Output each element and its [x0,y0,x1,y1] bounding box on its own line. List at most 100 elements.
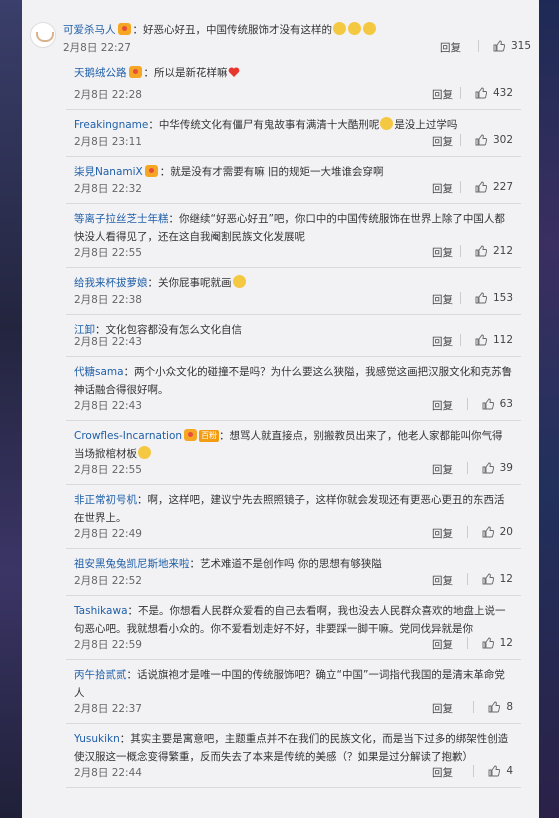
reply-text: ：中华传统文化有僵尸有鬼故事有满清十大酷刑呢 [148,119,380,131]
reply-button[interactable]: 回复 [432,637,453,652]
reply-button[interactable]: 回复 [432,462,453,477]
reply-button[interactable]: 回复 [432,526,453,541]
reply-username[interactable]: 柒見NanamiX [74,166,143,178]
thumbs-up-icon[interactable] [488,765,501,777]
reply-time: 2月8日 22:55 [74,247,142,259]
thumbs-up-icon[interactable] [475,292,487,304]
thumbs-up-icon[interactable] [482,398,494,410]
level-badge-icon [184,429,198,441]
avatar[interactable] [30,22,56,48]
thumbs-up-icon[interactable] [482,462,494,474]
reply-text: ：关你屁事呢就画 [147,277,232,289]
reply-button[interactable]: 回复 [432,398,453,413]
reply-item: 非正常初号机：啊，这样吧，建议宁先去照照镜子，这样你就会发现还有更恶心更丑的东西… [66,485,521,549]
reply-username[interactable]: Yusukikn [74,733,120,745]
like-count: 153 [492,292,513,304]
reply-username[interactable]: 给我来杯拔萝娘 [74,277,148,289]
reply-button[interactable]: 回复 [432,245,453,260]
like-button[interactable]: 12 [466,637,513,649]
comment-time: 2月8日 22:27 [63,42,131,54]
reply-time: 2月8日 22:37 [74,703,142,715]
like-button[interactable]: 4 [473,765,513,777]
like-count: 63 [499,398,513,410]
like-button[interactable]: 112 [459,334,513,346]
thumbs-up-icon[interactable] [475,334,487,346]
thumbs-up-icon[interactable] [475,245,487,257]
reply-button[interactable]: 回复 [432,765,453,780]
like-button[interactable]: 212 [459,245,513,257]
reply-button[interactable]: 回复 [432,292,453,307]
reply-list: 天鹅绒公路 ：所以是新花样嘛 2月8日 22:28 回复 432 Freakingname… [66,58,521,788]
divider [466,462,468,474]
emoji-icon [232,275,246,288]
reply-item: 柒見NanamiX ：就是没有才需要有嘛 旧的规矩一大堆谁会穿啊 2月8日 22:3… [66,157,521,204]
reply-username[interactable]: Freakingname [74,119,148,131]
comment-username[interactable]: 可爱杀马人 [63,24,116,36]
divider [473,701,475,713]
thumbs-up-icon[interactable] [482,526,494,538]
divider [477,40,479,52]
reply-username[interactable]: Tashikawa [74,605,128,617]
thumbs-up-icon[interactable] [475,87,487,99]
thumbs-up-icon[interactable] [482,637,494,649]
left-decor-stripe [0,0,22,818]
reply-button[interactable]: 回复 [432,701,453,716]
reply-username[interactable]: 代糖sama [74,366,124,378]
reply-text: ：不是。你想看人民群众爱看的自己去看啊，我也没去人民群众喜欢的地盘上说一句恶心吧… [74,605,506,635]
like-button[interactable]: 302 [459,134,513,146]
reply-item: Freakingname：中华传统文化有僵尸有鬼故事有满清十大酷刑呢 是没上过学吗… [66,110,521,157]
thumbs-up-icon[interactable] [488,701,501,713]
reply-text: ：艺术难道不是创作吗 你的思想有够狭隘 [189,558,382,570]
reply-username[interactable]: 丙午拾贰贰 [74,669,127,681]
reply-button[interactable]: 回复 [432,134,453,149]
top-comment: 可爱杀马人 ：好恶心好丑，中国传统服饰才没有这样的 2月8日 22:27 回复 3… [22,0,539,58]
reply-button[interactable]: 回复 [432,334,453,349]
reply-item: Yusukikn：其实主要是寓意吧，主题重点并不在我们的民族文化，而是当下过多的… [66,724,521,788]
like-count: 20 [499,526,513,538]
reply-item: Crowfles-Incarnation 百粉 ：想骂人就直接点，别搬教员出来了，他… [66,421,521,485]
reply-time: 2月8日 22:49 [74,528,142,540]
reply-button[interactable]: 回复 [432,181,453,196]
reply-username[interactable]: 祖安黑兔兔凯尼斯地来啦 [74,558,190,570]
thumbs-up-icon[interactable] [482,573,494,585]
heart-icon [228,67,239,77]
like-button[interactable]: 432 [459,87,513,99]
shrug-emoji-icon [380,117,394,130]
reply-item: 天鹅绒公路 ：所以是新花样嘛 2月8日 22:28 回复 432 [66,58,521,110]
reply-item: 祖安黑兔兔凯尼斯地来啦：艺术难道不是创作吗 你的思想有够狭隘 2月8日 22:52… [66,549,521,596]
reply-time: 2月8日 22:52 [74,575,142,587]
reply-time: 2月8日 23:11 [74,136,142,148]
reply-button[interactable]: 回复 [440,40,461,55]
fan-badge: 百粉 [199,430,220,442]
thumbs-up-icon[interactable] [475,134,487,146]
like-button[interactable]: 12 [466,573,513,585]
like-count: 12 [499,637,513,649]
reply-time: 2月8日 22:32 [74,183,142,195]
reply-button[interactable]: 回复 [432,87,453,102]
divider [459,292,461,304]
divider [459,181,461,193]
reply-username[interactable]: 等离子拉丝芝士年糕 [74,213,169,225]
reply-text: ：啊，这样吧，建议宁先去照照镜子，这样你就会发现还有更恶心更丑的东西活在世界上。 [74,494,505,524]
reply-time: 2月8日 22:28 [74,89,142,101]
reply-text: ：话说旗袍才是唯一中国的传统服饰吧？确立“中国”一词指代我国的是清末革命党人 [74,669,505,699]
like-button[interactable]: 63 [466,398,513,410]
reply-item: Tashikawa：不是。你想看人民群众爱看的自己去看啊，我也没去人民群众喜欢的… [66,596,521,660]
reply-username[interactable]: 非正常初号机 [74,494,137,506]
comment-text: ：好恶心好丑，中国传统服饰才没有这样的 [132,24,333,36]
reply-text: ：所以是新花样嘛 [143,67,228,79]
like-button[interactable]: 153 [459,292,513,304]
like-button[interactable]: 227 [459,181,513,193]
thumbs-up-icon[interactable] [493,40,505,52]
like-count: 112 [492,334,513,346]
like-button[interactable]: 8 [473,701,513,713]
like-button[interactable]: 39 [466,462,513,474]
thumbs-up-icon[interactable] [475,181,487,193]
reply-username[interactable]: Crowfles-Incarnation [74,430,182,442]
reply-username[interactable]: 天鹅绒公路 [74,67,127,79]
divider [473,765,475,777]
like-button[interactable]: 20 [466,526,513,538]
reply-button[interactable]: 回复 [432,573,453,588]
reply-time: 2月8日 22:43 [74,400,142,412]
like-count: 315 [510,40,531,52]
